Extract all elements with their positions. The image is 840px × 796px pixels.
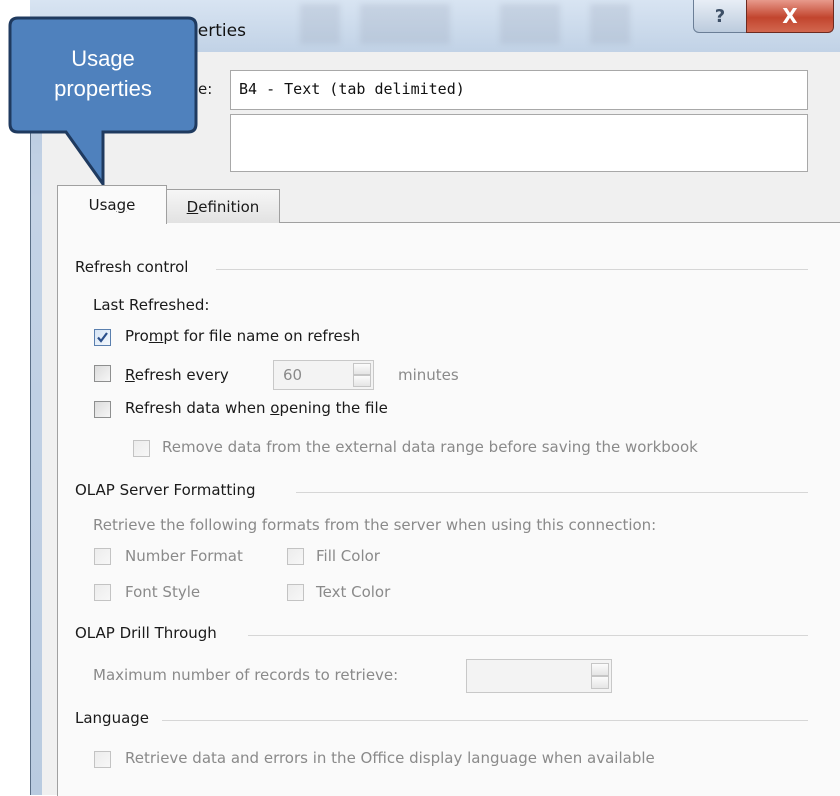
- help-button[interactable]: ?: [693, 0, 747, 33]
- callout-line-1: Usage: [71, 46, 135, 71]
- refresh-on-open-label: Refresh data when opening the file: [125, 399, 388, 417]
- last-refreshed-label: Last Refreshed:: [93, 296, 210, 314]
- number-format-label: Number Format: [125, 547, 243, 565]
- prompt-file-name-label: Prompt for file name on refresh: [125, 327, 361, 345]
- minutes-label: minutes: [398, 366, 459, 384]
- office-language-checkbox[interactable]: [94, 751, 111, 768]
- tab-usage-label: Usage: [88, 196, 136, 214]
- max-records-label: Maximum number of records to retrieve:: [93, 666, 399, 684]
- text-color-checkbox[interactable]: [287, 584, 304, 601]
- tab-usage[interactable]: Usage: [57, 185, 167, 224]
- titlebar-blur: [590, 4, 630, 44]
- olap-drill-header: OLAP Drill Through: [75, 624, 217, 642]
- olap-formatting-description: Retrieve the following formats from the …: [93, 516, 657, 534]
- refresh-every-label: Refresh every: [125, 366, 229, 384]
- refresh-minutes-spinner[interactable]: 60: [273, 360, 374, 390]
- spin-up-button[interactable]: [591, 663, 609, 676]
- close-button[interactable]: X: [746, 0, 834, 33]
- description-input[interactable]: [230, 114, 808, 172]
- help-icon: ?: [714, 5, 726, 27]
- text-color-label: Text Color: [316, 583, 391, 601]
- refresh-minutes-value: 60: [283, 366, 303, 384]
- titlebar-blur: [360, 4, 450, 44]
- refresh-control-header: Refresh control: [75, 258, 189, 276]
- checkmark-icon: [97, 332, 108, 343]
- group-divider: [162, 720, 808, 721]
- number-format-checkbox[interactable]: [94, 548, 111, 565]
- close-icon: X: [782, 4, 798, 28]
- refresh-on-open-checkbox[interactable]: [94, 401, 111, 418]
- olap-formatting-header: OLAP Server Formatting: [75, 481, 256, 499]
- font-style-label: Font Style: [125, 583, 201, 601]
- fill-color-checkbox[interactable]: [287, 548, 304, 565]
- spin-down-button[interactable]: [591, 676, 609, 689]
- tab-definition-label: Definition: [186, 197, 260, 216]
- spin-down-button[interactable]: [353, 375, 371, 387]
- group-divider: [216, 269, 808, 270]
- titlebar-blur: [300, 4, 340, 44]
- prompt-file-name-checkbox[interactable]: [94, 329, 111, 346]
- connection-name-value: B4 - Text (tab delimited): [239, 80, 465, 98]
- font-style-checkbox[interactable]: [94, 584, 111, 601]
- office-language-label: Retrieve data and errors in the Office d…: [125, 749, 655, 767]
- tab-definition[interactable]: Definition: [166, 189, 280, 223]
- remove-data-label: Remove data from the external data range…: [162, 438, 698, 456]
- group-divider: [296, 492, 808, 493]
- usage-properties-callout: Usage properties: [8, 16, 198, 189]
- callout-line-2: properties: [54, 76, 152, 101]
- connection-name-label: e:: [198, 80, 213, 98]
- refresh-every-checkbox[interactable]: [94, 365, 111, 382]
- fill-color-label: Fill Color: [316, 547, 380, 565]
- spin-up-button[interactable]: [353, 363, 371, 375]
- remove-data-checkbox[interactable]: [133, 440, 150, 457]
- language-header: Language: [75, 709, 150, 727]
- group-divider: [248, 635, 808, 636]
- max-records-spinner[interactable]: [466, 659, 612, 693]
- titlebar-blur: [500, 4, 560, 44]
